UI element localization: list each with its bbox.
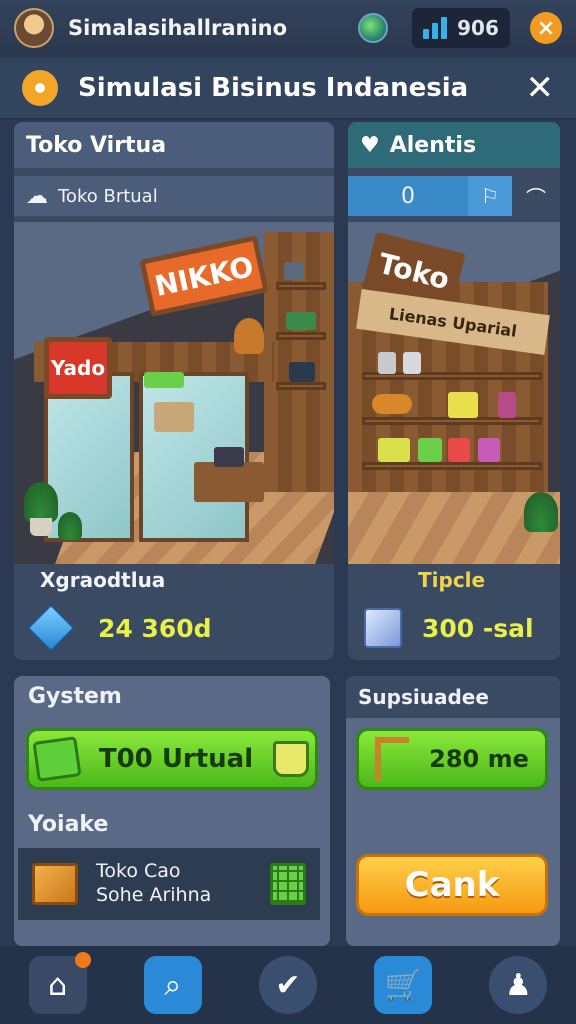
store-right-controls: 0 ⚐ ⌒	[348, 176, 560, 216]
box-icon	[364, 608, 402, 648]
counter-value: 0	[401, 183, 415, 209]
supply-button-label: 280 me	[429, 745, 529, 773]
store-sub-label: Toko Brtual	[58, 185, 158, 207]
list-item-subtitle: Sohe Arihna	[96, 884, 212, 906]
app-name: Simalasihallranino	[68, 16, 288, 40]
store-panel-header: Toko Virtua	[14, 122, 334, 168]
spreadsheet-icon	[270, 863, 306, 905]
close-icon[interactable]: ✕	[526, 71, 555, 105]
bar-chart-icon	[423, 17, 448, 39]
home-button[interactable]: ⌂	[28, 952, 91, 1014]
stat-value: 906	[457, 16, 499, 40]
bottom-nav: ⌂ ⌕ ✔ 🛒 ♟	[0, 946, 576, 1024]
system-button-label: T00 Urtual	[98, 744, 254, 774]
list-item[interactable]: Toko Cao Sohe Arihna	[18, 848, 320, 920]
page-title: Simulasi Bisinus Indanesia	[78, 73, 469, 103]
avatar[interactable]	[14, 8, 54, 48]
cart-icon: 🛒	[384, 967, 422, 1003]
top-status-bar: Simalasihallranino 906 ×	[0, 0, 576, 56]
store-right-value: 300 -sal	[422, 613, 534, 643]
cube-icon	[27, 604, 75, 652]
cup-icon	[273, 741, 310, 777]
store-sub-bar[interactable]: ☁ Toko Brtual	[14, 176, 334, 216]
shield-icon[interactable]: ⚐	[468, 176, 512, 216]
store-value: 24 360d	[98, 613, 212, 643]
store-right-header: ♥ Alentis	[348, 122, 560, 168]
home-icon: ⌂	[48, 967, 68, 1003]
stat-box: 906	[412, 8, 510, 48]
store-sign-side: Yado	[44, 337, 112, 399]
supply-quantity-button[interactable]: 280 me	[356, 728, 548, 790]
store-value-row: 24 360d	[14, 600, 334, 656]
store-scene-left[interactable]: NIKKO Yado	[14, 222, 334, 564]
system-header: Gystem	[28, 684, 122, 709]
close-coin-icon[interactable]: ×	[530, 12, 562, 44]
globe-icon[interactable]	[358, 13, 388, 43]
cloud-icon: ☁	[26, 183, 48, 209]
heart-icon: ♥	[360, 132, 380, 158]
cank-button[interactable]: Cank	[356, 854, 548, 916]
store-panel-left: Toko Virtua ☁ Toko Brtual NIKKO Yado Xgr…	[14, 122, 334, 660]
store-right-value-row: 300 -sal	[348, 600, 560, 656]
flower-logo-icon	[22, 70, 58, 106]
store-caption: Xgraodtlua	[40, 568, 166, 592]
list-item-title: Toko Cao	[96, 860, 181, 883]
store-right-caption: Tipcle	[418, 568, 486, 592]
store-right-title: Alentis	[389, 132, 477, 158]
crate-icon	[32, 863, 78, 905]
store-scene-right[interactable]: Toko Lienas Uparial	[348, 222, 560, 564]
search-icon: ⌕	[164, 967, 182, 1003]
profile-button[interactable]: ♟	[489, 956, 548, 1014]
system-section-label: Yoiake	[28, 812, 109, 837]
shield-button[interactable]: ✔	[258, 956, 317, 1014]
notification-dot	[74, 952, 91, 968]
shield-check-icon: ✔	[275, 967, 301, 1003]
store-panel-right: ♥ Alentis 0 ⚐ ⌒ Toko Lienas Uparial Tipc…	[348, 122, 560, 660]
wifi-icon[interactable]: ⌒	[512, 176, 560, 216]
cash-icon	[32, 736, 82, 782]
title-bar: Simulasi Bisinus Indanesia ✕	[0, 58, 576, 120]
system-panel: Gystem T00 Urtual Yoiake Toko Cao Sohe A…	[14, 676, 330, 946]
system-primary-button[interactable]: T00 Urtual	[26, 728, 318, 790]
supply-panel: Supsiuadee 280 me Cank	[346, 676, 560, 946]
store-sign-main: NIKKO	[139, 235, 269, 317]
supply-header: Supsiuadee	[346, 676, 560, 718]
search-button[interactable]: ⌕	[143, 956, 202, 1014]
cart-button[interactable]: 🛒	[374, 956, 433, 1014]
profile-icon: ♟	[504, 967, 532, 1003]
crane-icon	[375, 737, 410, 781]
